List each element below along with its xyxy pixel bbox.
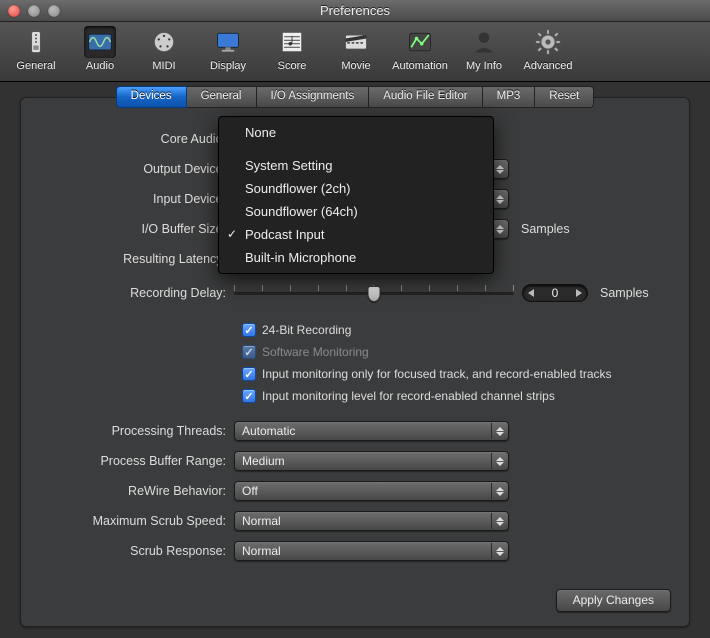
- input-device-menu[interactable]: None System Setting Soundflower (2ch) So…: [218, 116, 494, 274]
- titlebar: Preferences: [0, 0, 710, 22]
- minimize-button[interactable]: [28, 5, 40, 17]
- toolbar-display[interactable]: Display: [202, 26, 254, 81]
- subtab-io-assignments[interactable]: I/O Assignments: [257, 86, 370, 108]
- toolbar-movie[interactable]: Movie: [330, 26, 382, 81]
- checkbox-inmon-level[interactable]: Input monitoring level for record-enable…: [242, 385, 671, 407]
- apply-changes-button[interactable]: Apply Changes: [556, 589, 671, 612]
- zoom-button[interactable]: [48, 5, 60, 17]
- subtab-general[interactable]: General: [187, 86, 257, 108]
- movie-icon: [340, 26, 372, 58]
- recording-delay-label: Recording Delay:: [39, 286, 234, 300]
- toolbar-automation[interactable]: Automation: [394, 26, 446, 81]
- recording-delay-stepper[interactable]: 0: [522, 284, 588, 302]
- checkbox-icon: [242, 323, 256, 337]
- traffic-lights: [0, 5, 60, 17]
- window-title: Preferences: [0, 3, 710, 18]
- proc-buffer-select[interactable]: Medium: [234, 451, 509, 471]
- general-icon: [20, 26, 52, 58]
- subtab-audio-file-editor[interactable]: Audio File Editor: [369, 86, 482, 108]
- subtab-devices[interactable]: Devices: [116, 86, 187, 108]
- chevron-updown-icon: [491, 423, 507, 439]
- chevron-updown-icon: [491, 453, 507, 469]
- checkbox-inmon-focused[interactable]: Input monitoring only for focused track,…: [242, 363, 671, 385]
- preferences-toolbar: General Audio MIDI Display Score Movie: [0, 22, 710, 82]
- person-icon: [468, 26, 500, 58]
- menu-separator: [219, 144, 493, 154]
- menu-item-none[interactable]: None: [219, 121, 493, 144]
- recording-delay-unit: Samples: [600, 286, 649, 300]
- checkbox-24bit[interactable]: 24-Bit Recording: [242, 319, 671, 341]
- subtab-reset[interactable]: Reset: [535, 86, 594, 108]
- menu-item-podcast-input[interactable]: Podcast Input: [219, 223, 493, 246]
- toolbar-midi-label: MIDI: [152, 60, 175, 72]
- midi-icon: [148, 26, 180, 58]
- recording-delay-value: 0: [540, 286, 570, 300]
- rewire-label: ReWire Behavior:: [39, 484, 234, 498]
- chevron-updown-icon: [491, 543, 507, 559]
- menu-item-soundflower-2ch[interactable]: Soundflower (2ch): [219, 177, 493, 200]
- io-buffer-label: I/O Buffer Size:: [39, 222, 234, 236]
- max-scrub-select[interactable]: Normal: [234, 511, 509, 531]
- checkbox-icon: [242, 345, 256, 359]
- automation-icon: [404, 26, 436, 58]
- recording-delay-slider[interactable]: [234, 282, 514, 304]
- scrub-resp-label: Scrub Response:: [39, 544, 234, 558]
- proc-threads-select[interactable]: Automatic: [234, 421, 509, 441]
- toolbar-score-label: Score: [278, 60, 307, 72]
- toolbar-automation-label: Automation: [392, 60, 448, 72]
- gear-icon: [532, 26, 564, 58]
- latency-label: Resulting Latency:: [39, 252, 234, 266]
- checkbox-24bit-label: 24-Bit Recording: [262, 323, 351, 337]
- io-buffer-unit: Samples: [521, 222, 570, 236]
- toolbar-audio[interactable]: Audio: [74, 26, 126, 81]
- subtab-mp3[interactable]: MP3: [483, 86, 536, 108]
- chevron-updown-icon: [491, 513, 507, 529]
- score-icon: [276, 26, 308, 58]
- core-audio-label: Core Audio:: [39, 132, 234, 146]
- subtab-bar: Devices General I/O Assignments Audio Fi…: [21, 86, 689, 108]
- proc-threads-label: Processing Threads:: [39, 424, 234, 438]
- audio-icon: [84, 26, 116, 58]
- proc-buffer-label: Process Buffer Range:: [39, 454, 234, 468]
- checkbox-icon: [242, 367, 256, 381]
- input-device-label: Input Device:: [39, 192, 234, 206]
- menu-item-builtin-mic[interactable]: Built-in Microphone: [219, 246, 493, 269]
- stepper-increase[interactable]: [576, 289, 582, 297]
- toolbar-general-label: General: [16, 60, 55, 72]
- max-scrub-label: Maximum Scrub Speed:: [39, 514, 234, 528]
- menu-item-soundflower-64ch[interactable]: Soundflower (64ch): [219, 200, 493, 223]
- scrub-resp-select[interactable]: Normal: [234, 541, 509, 561]
- toolbar-midi[interactable]: MIDI: [138, 26, 190, 81]
- checkbox-icon: [242, 389, 256, 403]
- menu-item-system-setting[interactable]: System Setting: [219, 154, 493, 177]
- toolbar-advanced-label: Advanced: [524, 60, 573, 72]
- toolbar-display-label: Display: [210, 60, 246, 72]
- toolbar-score[interactable]: Score: [266, 26, 318, 81]
- checkbox-inmon-focused-label: Input monitoring only for focused track,…: [262, 367, 612, 381]
- checkbox-swmon-label: Software Monitoring: [262, 345, 369, 359]
- rewire-select[interactable]: Off: [234, 481, 509, 501]
- toolbar-movie-label: Movie: [341, 60, 370, 72]
- toolbar-general[interactable]: General: [10, 26, 62, 81]
- display-icon: [212, 26, 244, 58]
- stepper-decrease[interactable]: [528, 289, 534, 297]
- checkbox-inmon-level-label: Input monitoring level for record-enable…: [262, 389, 555, 403]
- toolbar-audio-label: Audio: [86, 60, 114, 72]
- checkbox-swmon[interactable]: Software Monitoring: [242, 341, 671, 363]
- chevron-updown-icon: [491, 483, 507, 499]
- toolbar-myinfo-label: My Info: [466, 60, 502, 72]
- close-button[interactable]: [8, 5, 20, 17]
- toolbar-advanced[interactable]: Advanced: [522, 26, 574, 81]
- toolbar-myinfo[interactable]: My Info: [458, 26, 510, 81]
- output-device-label: Output Device:: [39, 162, 234, 176]
